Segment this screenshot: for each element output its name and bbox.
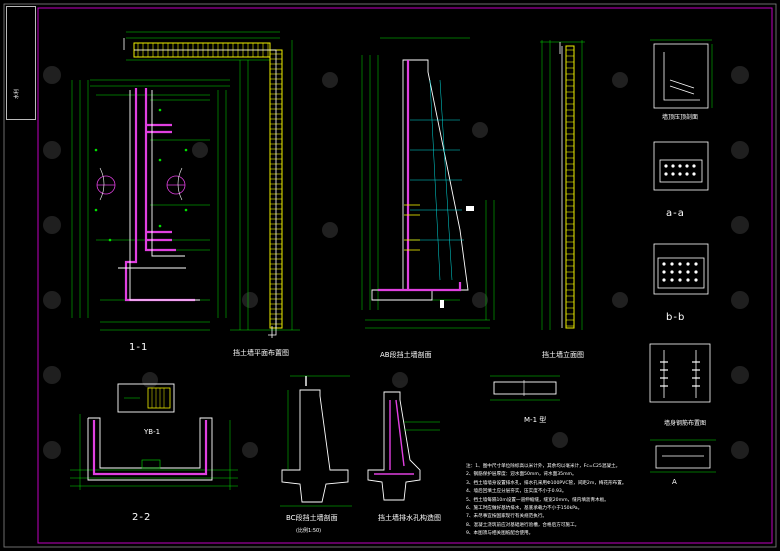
label-rebar-layout: 墙身钢筋布置图	[664, 420, 707, 427]
view-yb1	[117, 383, 175, 413]
view-bc-section	[280, 375, 352, 507]
drawing-notes: 注：1、图中尺寸单位除标高以米计外，其余均以毫米计，Fc=C25混凝土。 2、钢…	[466, 463, 756, 539]
label-bc-scale: (比例1:50)	[296, 528, 322, 534]
view-elevation	[540, 40, 585, 330]
label-bc-section: BC段挡土墙剖面	[286, 514, 338, 522]
note-line: 2、钢筋保护层厚度：迎水面50mm，背水面35mm。	[466, 472, 577, 478]
drawing-sheet: 水利 1-1 挡土墙平面布置图 AB段挡土墙剖面 挡土墙立面图 YB-1 2-2…	[0, 0, 780, 551]
view-drainage-detail	[367, 391, 440, 501]
label-yb1: YB-1	[144, 428, 161, 436]
note-line: 4、墙后回填土应分层夯实，压实度不小于0.93。	[466, 489, 567, 495]
note-line: 7、未尽事宜按国家现行有关规范执行。	[466, 514, 548, 520]
label-b-b: b-b	[666, 312, 686, 323]
note-line: 5、挡土墙每隔10m设置一道伸缩缝，缝宽20mm，缝内填沥青木板。	[466, 497, 609, 503]
note-line: 3、挡土墙墙身设置排水孔，排水孔采用Φ100PVC管，间距2m，梅花形布置。	[466, 480, 627, 486]
label-a-a: a-a	[666, 208, 685, 219]
note-line: 8、混凝土浇筑前应对基础进行验槽，合格后方可施工。	[466, 522, 580, 528]
label-waterstop: 墙顶压顶剖面	[662, 114, 699, 121]
section-markers	[123, 38, 561, 338]
label-plan: 挡土墙平面布置图	[233, 349, 289, 357]
label-m1: M-1 型	[524, 416, 547, 424]
note-line: 9、本图须与相关图纸配合使用。	[466, 531, 534, 537]
view-2-2	[70, 414, 238, 490]
title-block: 水利	[6, 6, 36, 120]
title-block-label: 水利	[14, 88, 20, 99]
label-2-2: 2-2	[132, 512, 152, 523]
view-1-1	[71, 79, 230, 331]
note-line: 6、施工时应做好基坑排水，基底承载力不小于150kPa。	[466, 506, 583, 512]
view-details-right	[649, 39, 716, 473]
label-ab-section: AB段挡土墙剖面	[380, 351, 432, 359]
label-drainage-detail: 挡土墙排水孔构造图	[378, 514, 441, 522]
view-m1	[490, 375, 560, 401]
label-1-1: 1-1	[129, 342, 149, 353]
view-ab-section	[361, 37, 495, 329]
label-elevation: 挡土墙立面图	[542, 351, 584, 359]
note-line: 注：1、图中尺寸单位除标高以米计外，其余均以毫米计，Fc=C25混凝土。	[466, 464, 621, 469]
